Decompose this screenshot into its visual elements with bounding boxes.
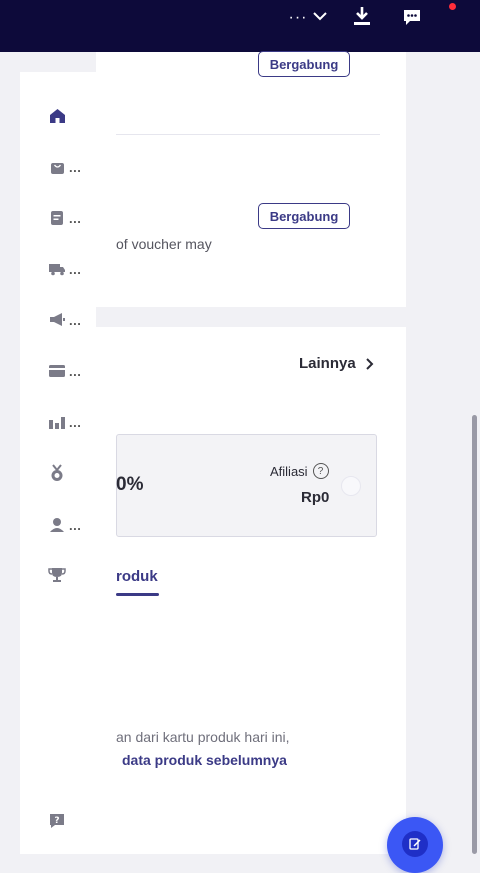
download-icon[interactable] — [351, 4, 373, 28]
home-icon — [48, 107, 66, 125]
floating-edit-button[interactable] — [387, 817, 443, 873]
chat-icon[interactable] — [401, 6, 423, 28]
document-icon — [48, 209, 66, 227]
truck-icon — [48, 260, 66, 278]
stat-percent: 0% — [116, 474, 144, 495]
sidebar-item-home[interactable] — [48, 105, 88, 127]
chevron-right-icon — [365, 357, 374, 370]
radio-circle[interactable] — [341, 476, 361, 496]
sidebar-item-orders[interactable]: ... — [48, 156, 88, 178]
trophy-icon — [48, 566, 66, 584]
promo-card — [96, 52, 406, 307]
divider — [116, 134, 380, 135]
sidebar-item-account[interactable]: ... — [48, 514, 88, 536]
tab-produk[interactable]: roduk — [116, 568, 158, 585]
tab-underline — [116, 593, 159, 596]
voucher-description: of voucher may — [116, 236, 212, 252]
sidebar-item-finance[interactable]: ... — [48, 360, 88, 382]
performance-card — [96, 327, 406, 854]
sidebar-item-rewards[interactable] — [48, 462, 88, 484]
more-link[interactable]: Lainnya — [299, 355, 374, 372]
more-dots[interactable]: ··· — [288, 8, 308, 28]
scrollbar[interactable] — [472, 415, 477, 854]
chevron-down-icon[interactable] — [310, 6, 330, 26]
edit-icon — [402, 831, 428, 857]
empty-state-text: an dari kartu produk hari ini, — [116, 729, 290, 745]
previous-data-link[interactable]: data produk sebelumnya — [122, 752, 287, 768]
medal-icon — [48, 464, 66, 482]
join-button-2[interactable]: Bergabung — [258, 203, 350, 229]
affiliate-value: Rp0 — [301, 489, 330, 506]
card-icon — [48, 362, 66, 380]
join-button-1[interactable]: Bergabung — [258, 51, 350, 77]
help-icon[interactable]: ? — [312, 463, 329, 479]
sidebar-item-help[interactable]: ? — [48, 810, 88, 832]
svg-text:?: ? — [54, 816, 59, 826]
affiliate-label: Afiliasi — [270, 463, 308, 479]
sidebar-item-documents[interactable]: ... — [48, 207, 88, 229]
shopping-bag-icon — [48, 158, 66, 176]
sidebar-item-achievements[interactable] — [48, 564, 88, 586]
megaphone-icon — [48, 311, 66, 329]
top-bar: ··· — [0, 0, 480, 52]
sidebar-item-statistics[interactable]: ... — [48, 411, 88, 433]
user-icon — [48, 516, 66, 534]
more-label: Lainnya — [299, 355, 356, 372]
help-icon: ? — [48, 812, 66, 830]
bar-chart-icon — [48, 413, 66, 431]
affiliate-label-row: Afiliasi ? — [270, 463, 329, 479]
sidebar-item-promotions[interactable]: ... — [48, 309, 88, 331]
sidebar-item-shipping[interactable]: ... — [48, 258, 88, 280]
notification-dot — [449, 3, 456, 10]
stat-box — [116, 434, 377, 537]
